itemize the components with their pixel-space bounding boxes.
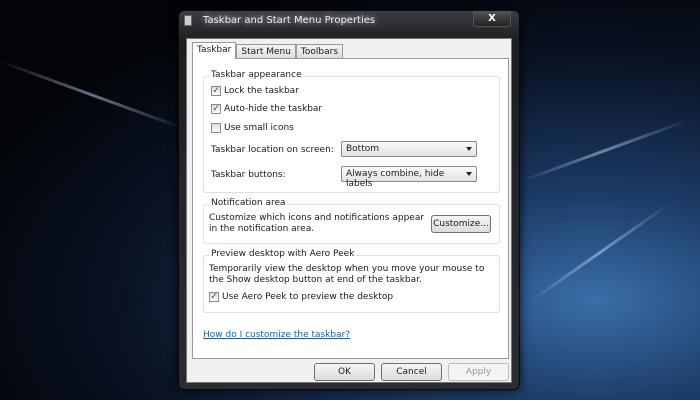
notification-description: Customize which icons and notifications …	[209, 213, 425, 234]
checkbox-label: Use Aero Peek to preview the desktop	[222, 292, 394, 302]
checkbox-label: Use small icons	[224, 123, 294, 133]
checkbox-icon	[211, 123, 221, 133]
select-value: Always combine, hide labels	[346, 169, 445, 189]
notification-area-group: Notification area Customize which icons …	[203, 198, 500, 244]
location-select[interactable]: Bottom	[341, 141, 477, 157]
small-icons-checkbox[interactable]: Use small icons	[211, 123, 294, 133]
chevron-down-icon	[466, 172, 472, 176]
checkbox-icon: ✓	[211, 86, 221, 96]
checkbox-icon: ✓	[209, 292, 219, 302]
cancel-button[interactable]: Cancel	[381, 363, 442, 381]
group-title: Taskbar appearance	[209, 70, 304, 80]
autohide-checkbox[interactable]: ✓ Auto-hide the taskbar	[211, 104, 322, 114]
taskbar-tab-page: Taskbar appearance ✓ Lock the taskbar ✓ Au…	[192, 58, 509, 359]
window-title: Taskbar and Start Menu Properties	[203, 15, 376, 26]
aero-peek-description: Temporarily view the desktop when you mo…	[209, 264, 485, 285]
ok-button[interactable]: OK	[314, 363, 375, 381]
lock-taskbar-checkbox[interactable]: ✓ Lock the taskbar	[211, 86, 299, 96]
location-label: Taskbar location on screen:	[211, 145, 334, 155]
buttons-label: Taskbar buttons:	[211, 170, 286, 180]
close-button[interactable]: X	[473, 11, 511, 27]
properties-dialog: Taskbar and Start Menu Properties X Task…	[178, 10, 520, 390]
apply-button[interactable]: Apply	[448, 363, 509, 381]
app-icon	[184, 15, 192, 26]
customize-button[interactable]: Customize...	[431, 215, 491, 233]
checkbox-label: Auto-hide the taskbar	[224, 104, 323, 114]
aero-peek-group: Preview desktop with Aero Peek Temporari…	[203, 249, 500, 313]
taskbar-buttons-select[interactable]: Always combine, hide labels	[341, 166, 477, 189]
chevron-down-icon	[466, 147, 472, 151]
checkbox-label: Lock the taskbar	[224, 86, 299, 96]
tab-strip: Taskbar Start Menu Toolbars	[192, 42, 344, 59]
select-value: Bottom	[346, 144, 380, 154]
tab-toolbars[interactable]: Toolbars	[295, 44, 344, 59]
tab-taskbar[interactable]: Taskbar	[192, 42, 237, 59]
tab-start-menu[interactable]: Start Menu	[236, 44, 296, 59]
aero-peek-checkbox[interactable]: ✓ Use Aero Peek to preview the desktop	[209, 292, 393, 302]
wallpaper-streak	[0, 60, 189, 132]
group-title: Preview desktop with Aero Peek	[209, 249, 357, 259]
group-title: Notification area	[209, 198, 288, 208]
wallpaper-streak	[519, 118, 690, 183]
dialog-client: Taskbar Start Menu Toolbars Taskbar appe…	[186, 38, 512, 383]
taskbar-appearance-group: Taskbar appearance ✓ Lock the taskbar ✓ Au…	[203, 70, 500, 193]
help-link[interactable]: How do I customize the taskbar?	[203, 330, 350, 340]
checkbox-icon: ✓	[211, 104, 221, 114]
wallpaper-streak	[529, 202, 671, 303]
